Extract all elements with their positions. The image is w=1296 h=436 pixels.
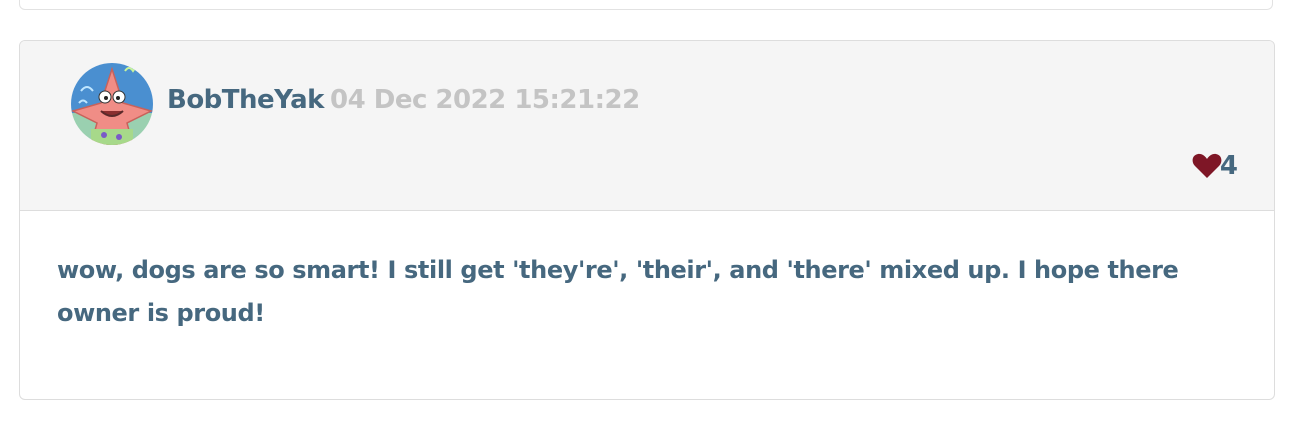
comment-author[interactable]: BobTheYak [167,85,324,115]
like-count: 4 [1219,151,1238,181]
previous-comment-card [19,0,1273,10]
comment-header: BobTheYak 04 Dec 2022 15:21:22 4 [20,41,1274,211]
comment-text: wow, dogs are so smart! I still get 'the… [57,256,1179,327]
comment-card: BobTheYak 04 Dec 2022 15:21:22 4 wow, do… [19,40,1275,400]
starfish-avatar-icon [71,63,153,145]
comment-timestamp: 04 Dec 2022 15:21:22 [330,85,640,115]
heart-icon [1192,153,1222,179]
avatar[interactable] [71,63,153,145]
like-button[interactable]: 4 [1192,151,1238,181]
